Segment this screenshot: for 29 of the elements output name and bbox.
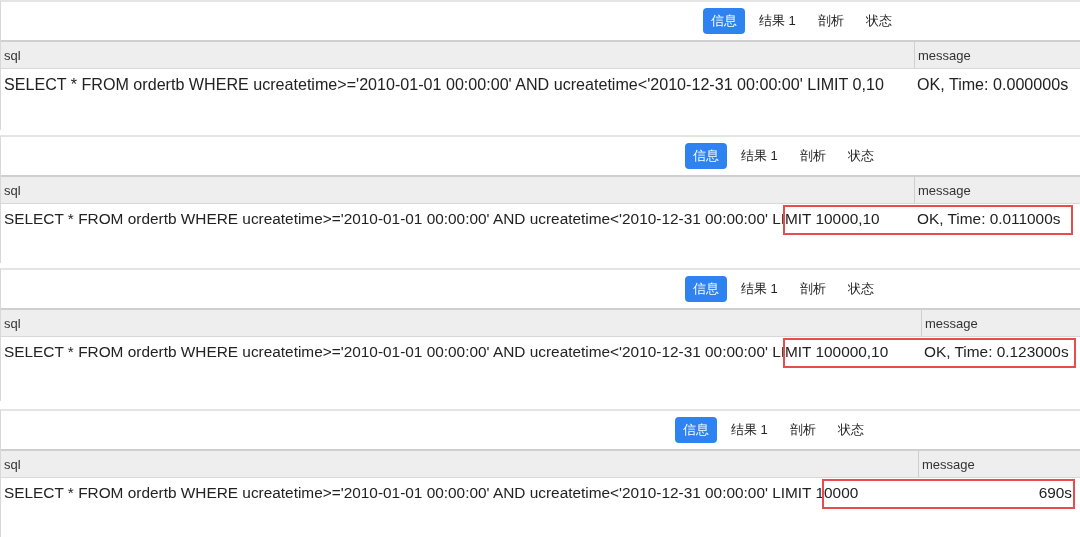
tab[interactable]: 剖析 <box>791 143 834 169</box>
tab[interactable]: 剖析 <box>809 8 852 34</box>
table-cell: OK, Time: 0.123000s <box>924 343 1069 360</box>
tab[interactable]: 信息 <box>703 8 745 34</box>
tab[interactable]: 状态 <box>829 417 872 443</box>
tab[interactable]: 结果 1 <box>751 8 804 34</box>
column-header: sql <box>3 181 22 200</box>
tab[interactable]: 结果 1 <box>733 143 786 169</box>
tab[interactable]: 状态 <box>839 143 882 169</box>
column-header: message <box>918 451 1080 477</box>
column-header: message <box>914 42 1080 68</box>
table-cell: OK, Time: 0.000000s <box>917 74 1069 93</box>
table-cell: SELECT * FROM ordertb WHERE ucreatetime>='2010-01-01 00:00:00' AND ucreatetime<'2010-12-31 00:00:00' LIMIT 0,10 <box>4 74 884 93</box>
column-header: sql <box>3 46 22 65</box>
table-cell: OK, Time: 0.011000s <box>917 210 1061 227</box>
table-cell: 690s <box>1038 484 1072 501</box>
tab[interactable]: 状态 <box>839 276 882 302</box>
tab[interactable]: 信息 <box>685 143 727 169</box>
tab[interactable]: 剖析 <box>791 276 834 302</box>
tab[interactable]: 状态 <box>857 8 900 34</box>
tab[interactable]: 信息 <box>685 276 727 302</box>
tab[interactable]: 结果 1 <box>733 276 786 302</box>
column-header: sql <box>3 314 22 333</box>
column-header: sql <box>3 455 22 474</box>
tab[interactable]: 结果 1 <box>723 417 776 443</box>
column-header: message <box>921 310 1080 336</box>
column-header: message <box>914 177 1080 203</box>
tab[interactable]: 信息 <box>675 417 717 443</box>
tab[interactable]: 剖析 <box>781 417 824 443</box>
